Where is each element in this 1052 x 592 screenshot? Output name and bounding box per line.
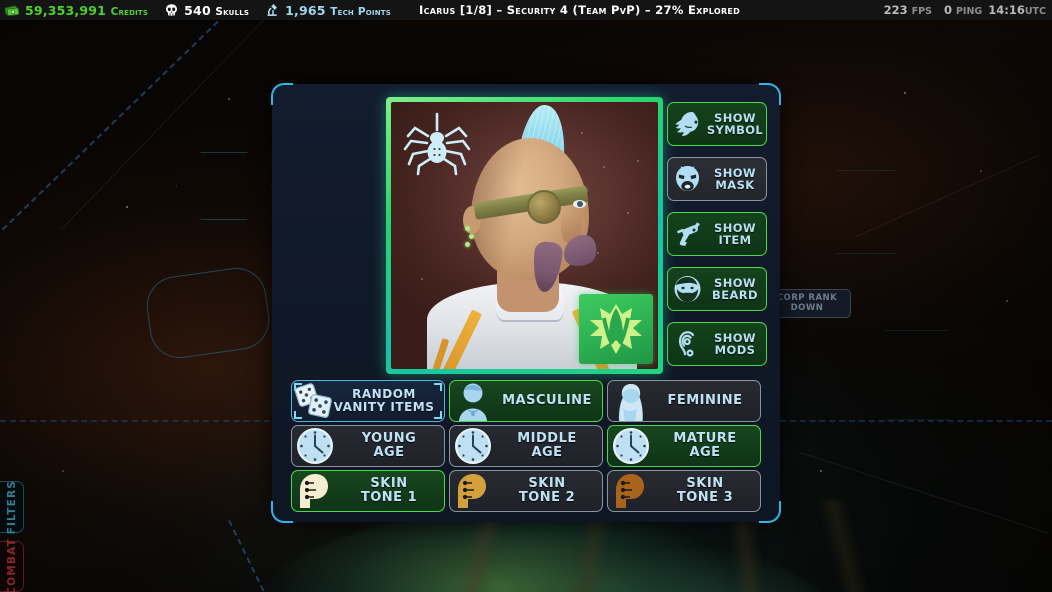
show-item-label: SHOW ITEM	[714, 220, 756, 247]
clock-icon	[292, 426, 338, 466]
tech-value: 1,965	[285, 2, 326, 18]
clock-label: UTC	[1024, 6, 1046, 17]
corp-rank-line2: DOWN	[790, 302, 824, 313]
show-beard-button[interactable]: SHOW BEARD	[667, 267, 767, 311]
star	[228, 98, 230, 100]
feminine-button[interactable]: FEMININE	[607, 380, 761, 422]
bearded-face-icon	[671, 272, 704, 306]
star	[62, 470, 64, 472]
ray-gun-icon	[671, 217, 704, 251]
credits-stat[interactable]: 59,353,991 Credits	[4, 2, 149, 18]
toggle-button-list: SHOW SYMBOL SHOW MASK SHOW ITEM SHOW BEA…	[667, 102, 767, 377]
star	[1006, 300, 1008, 302]
cyber-head-icon	[292, 471, 338, 511]
masculine-button[interactable]: MASCULINE	[449, 380, 603, 422]
credits-label: Credits	[110, 5, 149, 18]
middle-age-button[interactable]: MIDDLE AGE	[449, 425, 603, 467]
mature-age-label: MATURE AGE	[673, 431, 737, 460]
cyber-head-icon	[450, 471, 496, 511]
performance-stats: 223 FPS 0 PING 14:16UTC	[884, 3, 1046, 17]
skin-tone-1-button[interactable]: SKIN TONE 1	[291, 470, 445, 512]
show-beard-label: SHOW BEARD	[712, 275, 758, 302]
skulls-stat[interactable]: 540 Skulls	[164, 3, 249, 18]
star	[126, 206, 128, 208]
bat-mask-icon	[671, 162, 704, 196]
show-item-button[interactable]: SHOW ITEM	[667, 212, 767, 256]
star	[980, 170, 982, 172]
credits-value: 59,353,991	[25, 2, 107, 18]
skin-tone-2-label: SKIN TONE 2	[518, 476, 576, 505]
clock-stat: 14:16UTC	[988, 3, 1046, 17]
middle-age-label: MIDDLE AGE	[517, 431, 577, 460]
filters-tab-label: FILTERS	[5, 479, 18, 535]
skulls-value: 540	[184, 2, 211, 18]
ping-stat: 0 PING	[944, 3, 982, 17]
combat-tab-label: COMBAT	[5, 538, 18, 592]
cyber-ear-icon	[671, 327, 704, 361]
top-status-bar: 59,353,991 Credits 540 Skulls 1,965 Tech…	[0, 0, 1052, 20]
resource-stats: 59,353,991 Credits 540 Skulls 1,965 Tech…	[0, 3, 407, 18]
mature-age-button[interactable]: MATURE AGE	[607, 425, 761, 467]
money-stack-icon	[4, 3, 20, 17]
skin-tone-3-button[interactable]: SKIN TONE 3	[607, 470, 761, 512]
show-mods-button[interactable]: SHOW MODS	[667, 322, 767, 366]
random-vanity-items-button[interactable]: RANDOM VANITY ITEMS	[291, 380, 445, 422]
character-portrait	[391, 102, 658, 369]
feminine-label: FEMININE	[667, 393, 743, 409]
young-age-button[interactable]: YOUNG AGE	[291, 425, 445, 467]
sun-burst-emblem-icon	[579, 294, 653, 364]
fps-value: 223	[883, 3, 908, 17]
star	[904, 92, 906, 94]
character-portrait-frame[interactable]	[386, 97, 663, 374]
vanity-customization-panel: SHOW SYMBOL SHOW MASK SHOW ITEM SHOW BEA…	[271, 83, 781, 523]
microscope-icon	[265, 3, 280, 17]
skull-icon	[164, 3, 179, 17]
lion-head-icon	[671, 107, 704, 141]
cyber-head-icon	[608, 471, 654, 511]
clock-icon	[608, 426, 654, 466]
skin-tone-2-button[interactable]: SKIN TONE 2	[449, 470, 603, 512]
appearance-option-grid: RANDOM VANITY ITEMS MASCULINE FEMININE Y…	[291, 380, 761, 512]
random-vanity-items-label: RANDOM VANITY ITEMS	[333, 387, 435, 414]
show-mods-label: SHOW MODS	[714, 330, 756, 357]
skulls-label: Skulls	[215, 5, 250, 18]
fps-label: FPS	[911, 6, 932, 17]
mission-status-text: Icarus [1/8] – Security 4 (Team PvP) – 2…	[418, 3, 741, 17]
ping-value: 0	[943, 3, 952, 17]
orbit-dash-line	[780, 420, 1052, 422]
star	[820, 470, 822, 472]
sidebar-tab-filters[interactable]: FILTERS	[0, 479, 24, 535]
female-avatar-icon	[608, 381, 654, 421]
skin-tone-3-label: SKIN TONE 3	[676, 476, 734, 505]
show-symbol-label: SHOW SYMBOL	[706, 110, 764, 137]
masculine-label: MASCULINE	[502, 393, 592, 409]
fps-stat: 223 FPS	[884, 3, 932, 17]
ping-label: PING	[955, 6, 983, 17]
orbit-dash-line	[0, 420, 280, 422]
show-mask-label: SHOW MASK	[714, 165, 756, 192]
clock-icon	[450, 426, 496, 466]
clock-value: 14:16	[988, 3, 1025, 17]
tech-points-stat[interactable]: 1,965 Tech Points	[265, 3, 391, 18]
show-symbol-button[interactable]: SHOW SYMBOL	[667, 102, 767, 146]
tech-label: Tech Points	[330, 5, 391, 18]
show-mask-button[interactable]: SHOW MASK	[667, 157, 767, 201]
sidebar-tab-combat[interactable]: COMBAT	[0, 538, 24, 592]
young-age-label: YOUNG AGE	[361, 431, 417, 460]
skin-tone-1-label: SKIN TONE 1	[360, 476, 418, 505]
male-avatar-icon	[450, 381, 496, 421]
